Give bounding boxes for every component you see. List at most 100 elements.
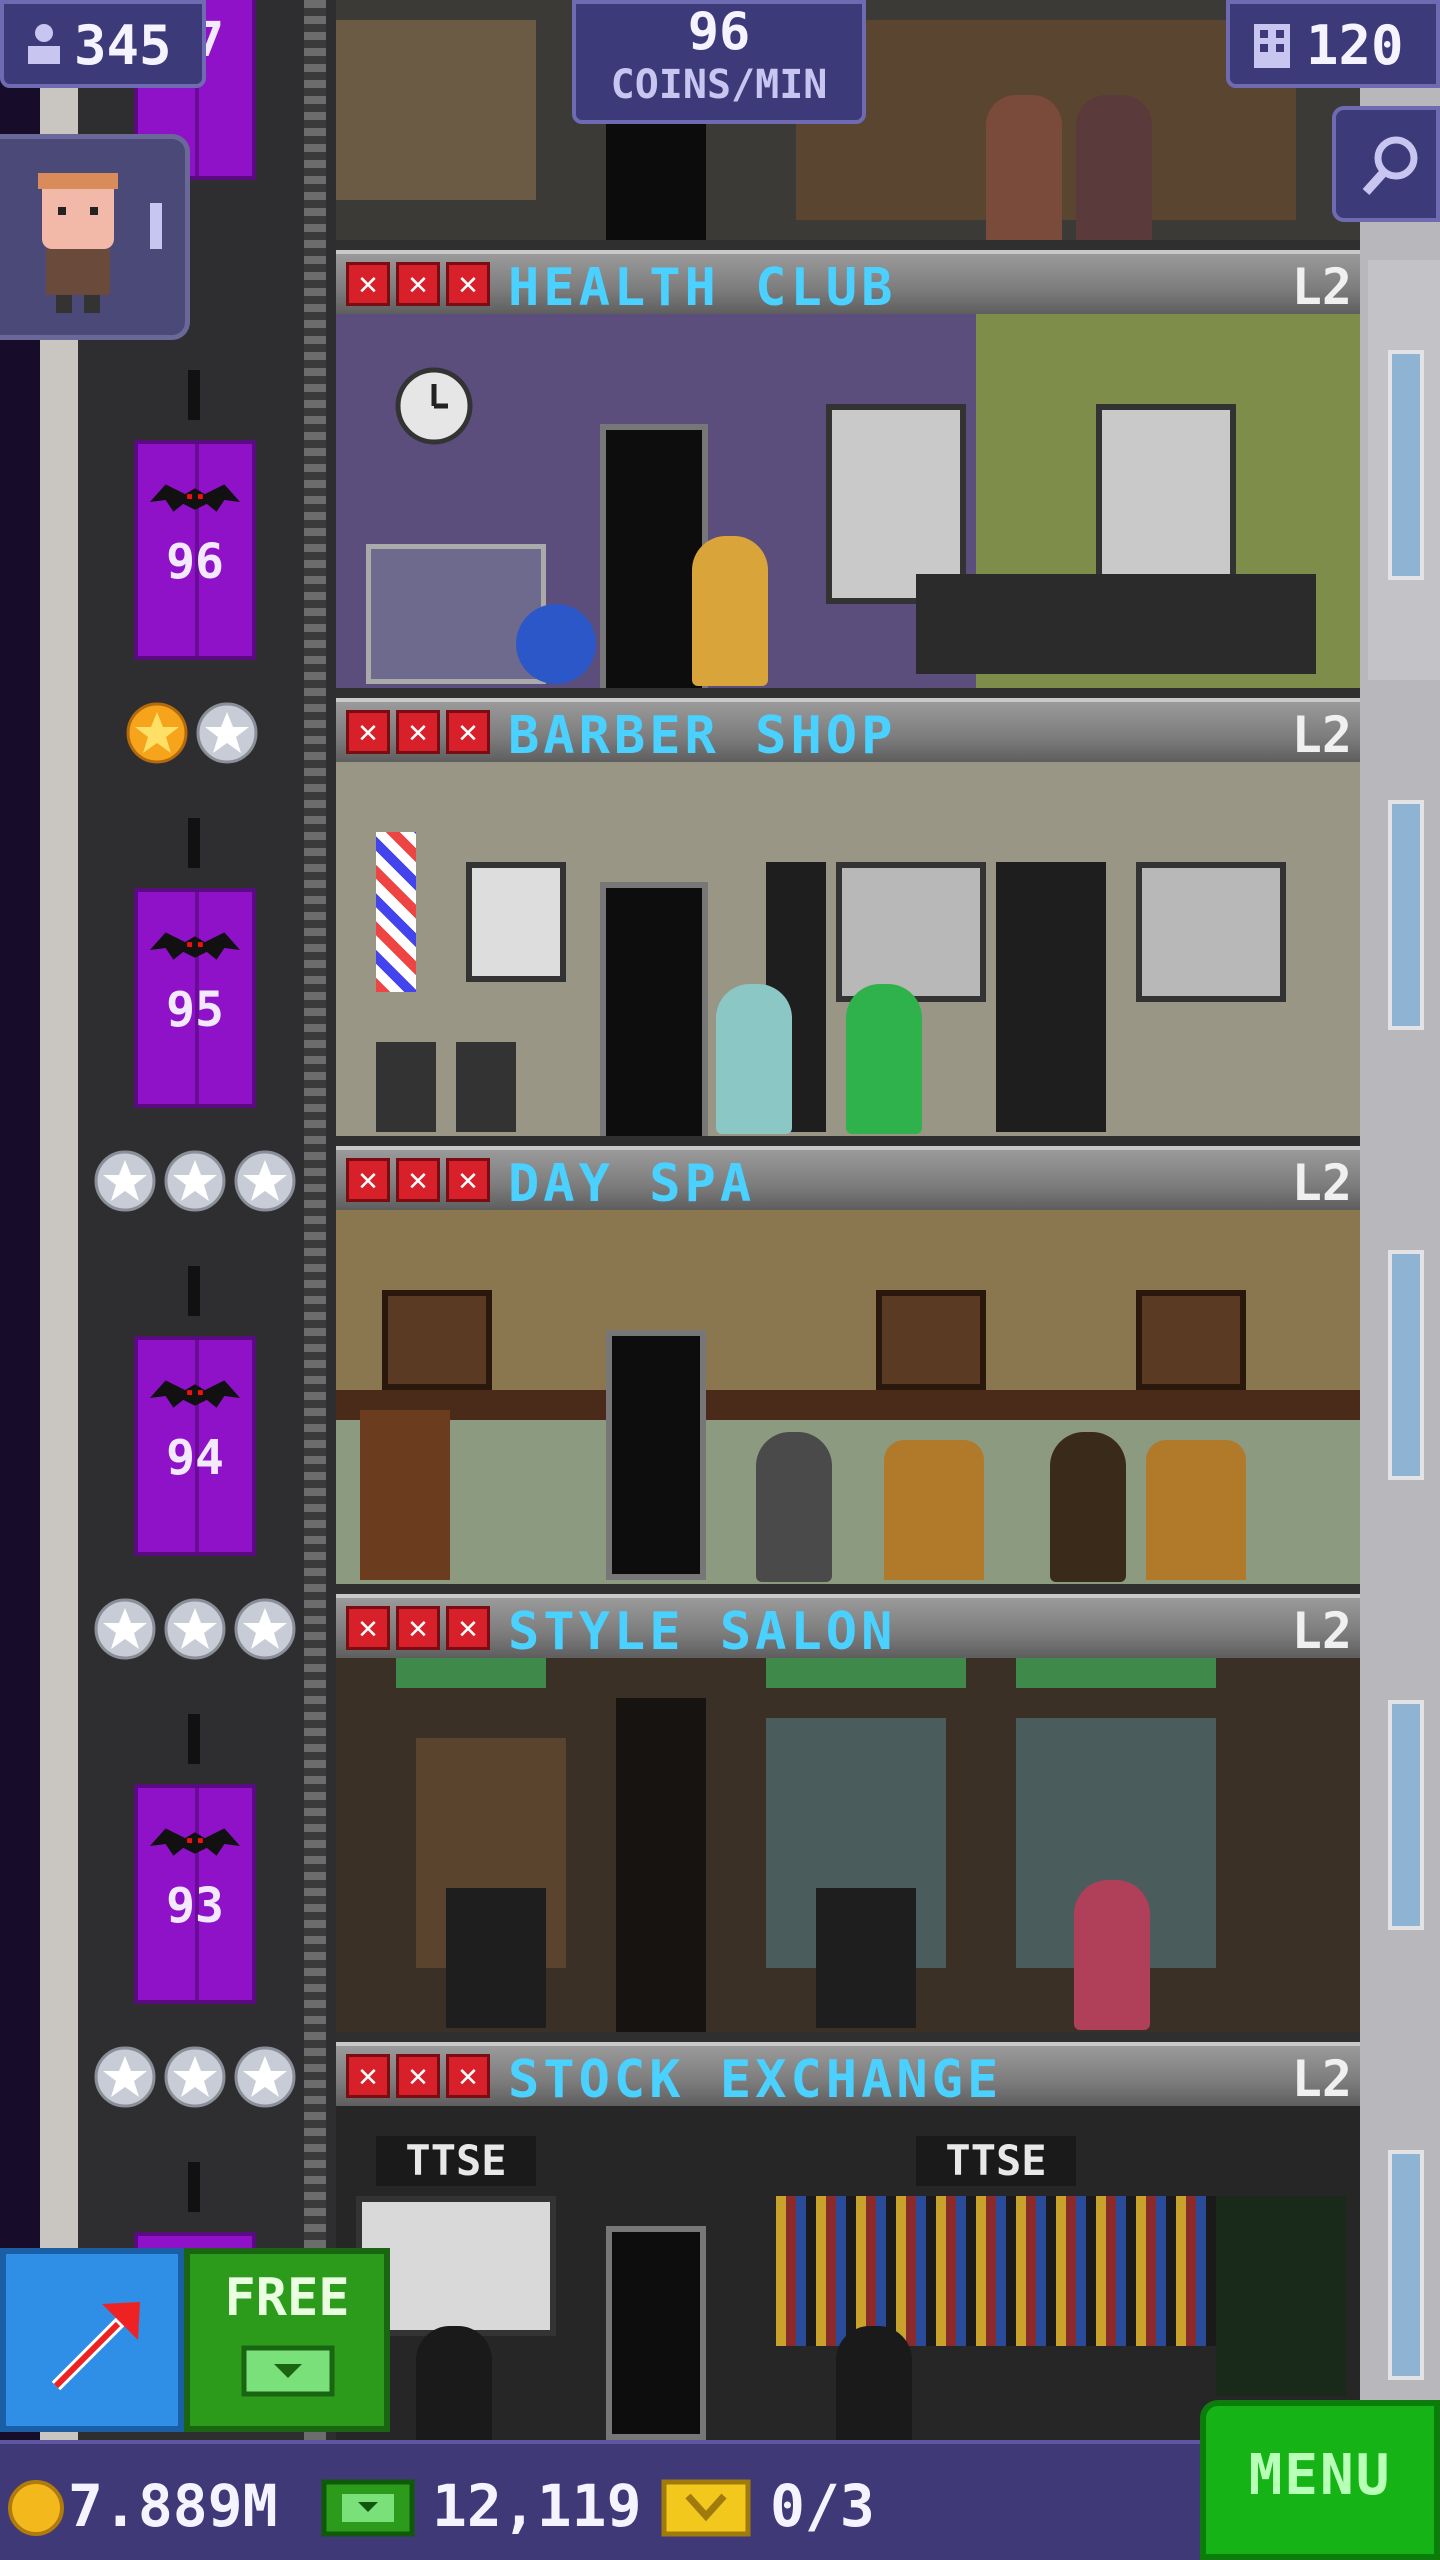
elevator-car-93[interactable]: 93 bbox=[134, 1784, 256, 2004]
resident[interactable] bbox=[756, 1432, 832, 1582]
tickets-value: 0/3 bbox=[770, 2472, 875, 2540]
free-label: FREE bbox=[224, 2268, 350, 2328]
floor-level: L2 bbox=[1291, 1154, 1352, 1212]
gold-star-icon bbox=[126, 702, 188, 764]
raise-elevator-button[interactable] bbox=[0, 2248, 184, 2432]
resident[interactable] bbox=[1050, 1432, 1126, 1582]
silver-star-icon bbox=[196, 702, 258, 764]
awning bbox=[766, 1658, 966, 1688]
salon-chair bbox=[816, 1888, 916, 2028]
coin-rate-value: 96 bbox=[687, 2, 751, 62]
resident[interactable] bbox=[716, 984, 792, 1134]
x-mark-icon: ✕ bbox=[396, 1158, 440, 1202]
elevator-car-94[interactable]: 94 bbox=[134, 1336, 256, 1556]
ticket-icon bbox=[661, 2479, 751, 2537]
up-arrow-icon bbox=[51, 2302, 140, 2391]
x-mark-icon: ✕ bbox=[446, 262, 490, 306]
elevator-lamp bbox=[188, 818, 200, 868]
population-value: 345 bbox=[74, 14, 172, 77]
floor-header-day-spa[interactable]: ✕ ✕ ✕ DAY SPA L2 bbox=[336, 1146, 1360, 1214]
population-counter[interactable]: 345 bbox=[0, 0, 206, 88]
outer-window bbox=[1388, 800, 1424, 1030]
floor-header-style-salon[interactable]: ✕ ✕ ✕ STYLE SALON L2 bbox=[336, 1594, 1360, 1662]
x-mark-icon: ✕ bbox=[346, 710, 390, 754]
elevator-lamp bbox=[188, 2162, 200, 2212]
resident[interactable] bbox=[416, 2326, 492, 2440]
building-pillar bbox=[40, 0, 78, 2440]
exercise-ball bbox=[516, 604, 596, 684]
coin-rate-panel[interactable]: 96 COINS/MIN bbox=[572, 0, 866, 124]
silver-star-icon bbox=[234, 1150, 296, 1212]
bat-icon bbox=[149, 484, 241, 512]
floor-name: STYLE SALON bbox=[508, 1602, 897, 1662]
mirror bbox=[836, 862, 986, 1002]
silver-star-icon bbox=[234, 2046, 296, 2108]
coins-value: 7.889M bbox=[68, 2472, 278, 2540]
x-mark-icon: ✕ bbox=[446, 1606, 490, 1650]
stock-status: ✕ ✕ ✕ bbox=[346, 710, 490, 754]
floors-counter[interactable]: 120 bbox=[1226, 0, 1440, 88]
outer-window bbox=[1388, 1700, 1424, 1930]
weight-bench bbox=[366, 544, 546, 684]
silver-star-icon bbox=[94, 1150, 156, 1212]
room-day-spa[interactable] bbox=[336, 1210, 1360, 1594]
resident[interactable] bbox=[692, 536, 768, 686]
room-door bbox=[606, 2226, 706, 2440]
resident[interactable] bbox=[1076, 95, 1152, 240]
search-button[interactable] bbox=[1332, 106, 1440, 222]
tower-view[interactable]: 97 96 95 94 93 bbox=[0, 0, 1440, 2560]
elevator-rail bbox=[304, 0, 326, 2440]
x-mark-icon: ✕ bbox=[446, 710, 490, 754]
elevator-lamp bbox=[188, 1714, 200, 1764]
resident[interactable] bbox=[986, 95, 1062, 240]
elevator-floor-number: 96 bbox=[166, 534, 224, 590]
room-style-salon[interactable] bbox=[336, 1658, 1360, 2042]
floor-level: L2 bbox=[1291, 706, 1352, 764]
elevator-lamp bbox=[188, 1266, 200, 1316]
elevator-floor-number: 94 bbox=[166, 1430, 224, 1486]
building-icon bbox=[1254, 24, 1290, 68]
x-mark-icon: ✕ bbox=[446, 2054, 490, 2098]
floor-level: L2 bbox=[1291, 258, 1352, 316]
bitizen-notification[interactable] bbox=[0, 134, 190, 340]
dresser bbox=[360, 1410, 450, 1580]
elevator-floor-number: 93 bbox=[166, 1878, 224, 1934]
person-icon bbox=[28, 24, 60, 64]
stock-status: ✕ ✕ ✕ bbox=[346, 1606, 490, 1650]
elevator-car-95[interactable]: 95 bbox=[134, 888, 256, 1108]
coin-rate-unit: COINS/MIN bbox=[610, 62, 828, 108]
picture-frame bbox=[382, 1290, 492, 1390]
wall-trim bbox=[336, 1390, 1360, 1420]
room-health-club[interactable] bbox=[336, 314, 1360, 698]
silver-star-icon bbox=[234, 1598, 296, 1660]
elevator-lamp bbox=[188, 370, 200, 420]
floor-header-stock-exchange[interactable]: ✕ ✕ ✕ STOCK EXCHANGE L2 bbox=[336, 2042, 1360, 2110]
certificate-frame bbox=[466, 862, 566, 982]
floor-header-barber-shop[interactable]: ✕ ✕ ✕ BARBER SHOP L2 bbox=[336, 698, 1360, 766]
magnifier-icon bbox=[1362, 136, 1418, 196]
free-bux-button[interactable]: FREE bbox=[184, 2248, 390, 2432]
room-door bbox=[606, 120, 706, 240]
resident[interactable] bbox=[846, 984, 922, 1134]
barber-pole bbox=[376, 832, 416, 992]
elevator-car-96[interactable]: 96 bbox=[134, 440, 256, 660]
outer-window bbox=[1388, 2150, 1424, 2380]
stock-status: ✕ ✕ ✕ bbox=[346, 1158, 490, 1202]
bux-icon bbox=[321, 2479, 415, 2537]
floor-stars-stock bbox=[94, 2046, 296, 2108]
resident[interactable] bbox=[836, 2326, 912, 2440]
room-stock-exchange[interactable]: TTSE TTSE bbox=[336, 2106, 1360, 2440]
stock-ticker-board bbox=[776, 2196, 1216, 2346]
resident[interactable] bbox=[1074, 1880, 1150, 2030]
floor-header-health-club[interactable]: ✕ ✕ ✕ HEALTH CLUB L2 bbox=[336, 250, 1360, 318]
awning bbox=[1016, 1658, 1216, 1688]
bitizen-avatar bbox=[38, 173, 118, 313]
floors-value: 120 bbox=[1306, 14, 1404, 77]
floor-stars-salon bbox=[94, 1598, 296, 1660]
menu-button[interactable]: MENU bbox=[1200, 2400, 1440, 2560]
x-mark-icon: ✕ bbox=[396, 710, 440, 754]
awning bbox=[396, 1658, 546, 1688]
bat-icon bbox=[149, 932, 241, 960]
room-barber-shop[interactable] bbox=[336, 762, 1360, 1146]
silver-star-icon bbox=[164, 1150, 226, 1212]
